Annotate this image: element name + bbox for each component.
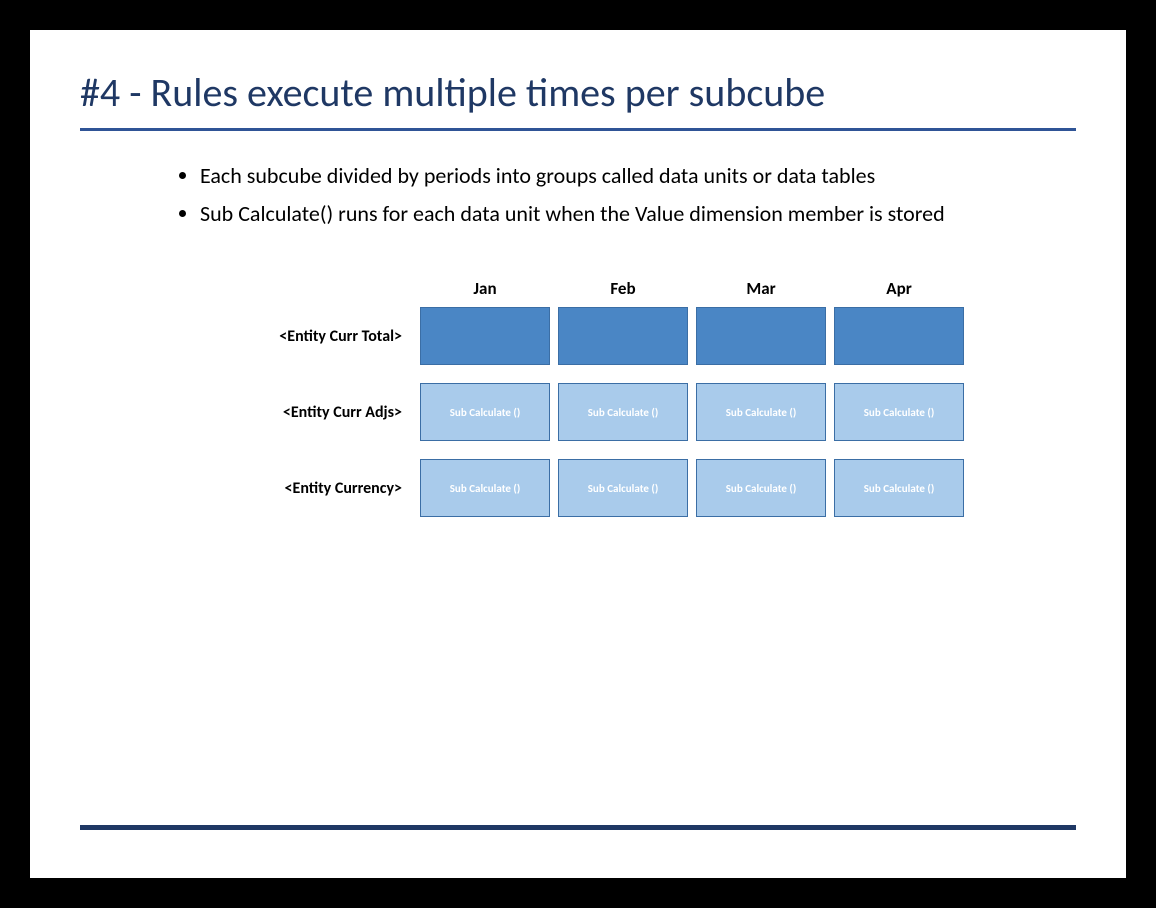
cell-entity-currency-mar: Sub Calculate () <box>696 459 826 517</box>
bullet-item: Sub Calculate() runs for each data unit … <box>200 199 1016 229</box>
row-label: <Entity Currency> <box>230 479 420 498</box>
column-header: Apr <box>834 278 964 299</box>
cell-entity-curr-adjs-feb: Sub Calculate () <box>558 383 688 441</box>
column-header: Mar <box>696 278 826 299</box>
cell-entity-currency-feb: Sub Calculate () <box>558 459 688 517</box>
slide-title: #4 - Rules execute multiple times per su… <box>80 70 1076 116</box>
cell-entity-curr-total-jan <box>420 307 550 365</box>
cell-entity-curr-total-feb <box>558 307 688 365</box>
slide: #4 - Rules execute multiple times per su… <box>30 30 1126 878</box>
bullet-item: Each subcube divided by periods into gro… <box>200 161 1016 191</box>
cell-entity-curr-total-apr <box>834 307 964 365</box>
cell-entity-curr-adjs-apr: Sub Calculate () <box>834 383 964 441</box>
cell-entity-curr-adjs-jan: Sub Calculate () <box>420 383 550 441</box>
table-row: <Entity Curr Total> <box>230 307 1076 365</box>
row-label: <Entity Curr Adjs> <box>230 403 420 422</box>
column-header: Feb <box>558 278 688 299</box>
row-label: <Entity Curr Total> <box>230 327 420 346</box>
cell-entity-curr-adjs-mar: Sub Calculate () <box>696 383 826 441</box>
table-row: <Entity Currency> Sub Calculate () Sub C… <box>230 459 1076 517</box>
column-header: Jan <box>420 278 550 299</box>
cell-entity-curr-total-mar <box>696 307 826 365</box>
column-headers: Jan Feb Mar Apr <box>420 278 1076 299</box>
footer-divider <box>80 825 1076 830</box>
matrix-table: Jan Feb Mar Apr <Entity Curr Total> <Ent… <box>230 278 1076 517</box>
bullet-list: Each subcube divided by periods into gro… <box>200 161 1016 228</box>
cell-entity-currency-apr: Sub Calculate () <box>834 459 964 517</box>
cell-entity-currency-jan: Sub Calculate () <box>420 459 550 517</box>
table-row: <Entity Curr Adjs> Sub Calculate () Sub … <box>230 383 1076 441</box>
title-divider <box>80 128 1076 131</box>
